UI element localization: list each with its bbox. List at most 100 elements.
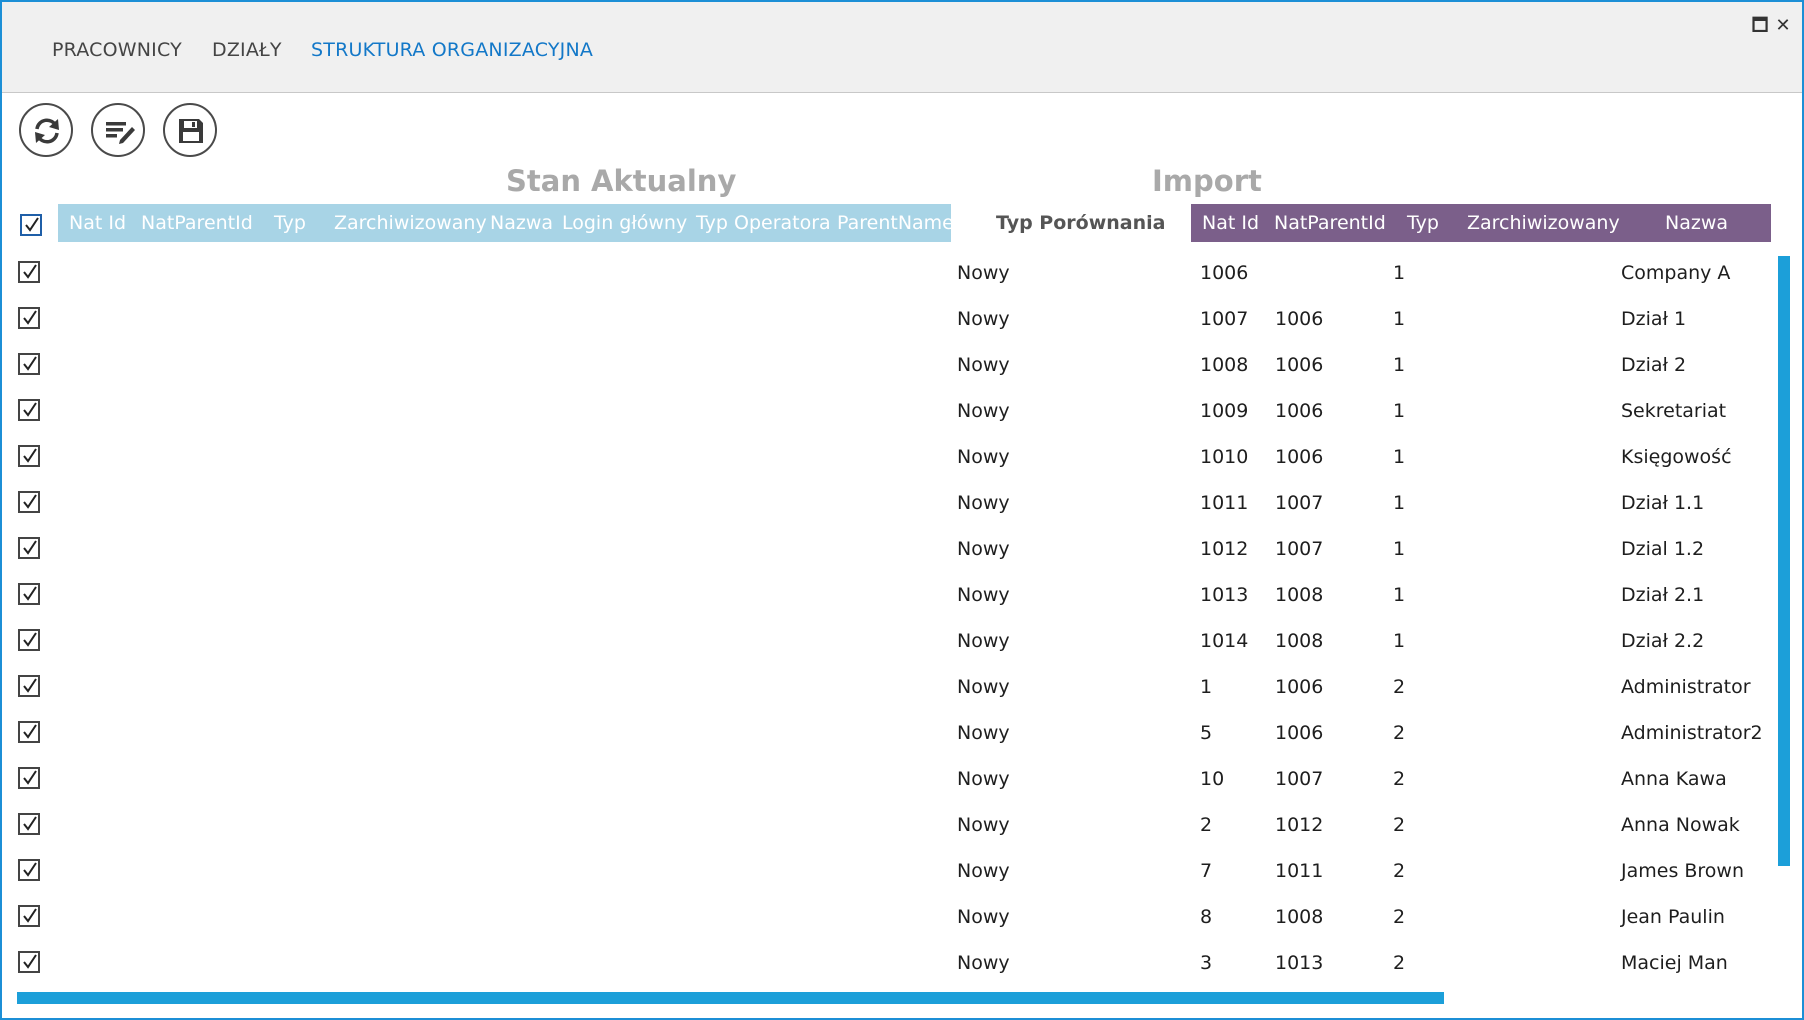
horizontal-scrollbar[interactable] [17,992,1444,1004]
compare-type-cell: Nowy [957,446,1010,468]
row-checkbox[interactable] [18,307,40,329]
import-nat-id-cell: 1013 [1200,584,1249,606]
import-nat-id-cell: 8 [1200,906,1213,928]
refresh-button[interactable] [19,103,73,157]
import-parent-id-cell: 1006 [1275,722,1324,744]
edit-list-button[interactable] [91,103,145,157]
import-nat-id-cell: 1 [1200,676,1213,698]
column-header[interactable]: ParentName [837,212,954,234]
row-checkbox[interactable] [18,675,40,697]
row-checkbox[interactable] [18,353,40,375]
import-parent-id-cell: 1008 [1275,584,1324,606]
row-checkbox[interactable] [18,813,40,835]
import-typ-cell: 2 [1393,722,1406,744]
compare-type-header[interactable]: Typ Porównania [996,212,1165,234]
row-checkbox[interactable] [18,859,40,881]
check-icon [23,586,37,601]
check-icon [23,356,37,371]
row-checkbox[interactable] [18,399,40,421]
column-header[interactable]: Typ [274,212,306,234]
import-nazwa-cell: Dział 1.1 [1621,492,1705,514]
row-checkbox[interactable] [18,583,40,605]
column-header[interactable]: Nat Id [69,212,126,234]
column-header[interactable]: Nazwa [490,212,553,234]
import-typ-cell: 1 [1393,630,1406,652]
compare-type-cell: Nowy [957,492,1010,514]
compare-type-cell: Nowy [957,630,1010,652]
compare-type-cell: Nowy [957,814,1010,836]
check-icon [23,540,37,555]
compare-type-cell: Nowy [957,722,1010,744]
row-checkbox[interactable] [18,491,40,513]
import-nat-id-cell: 3 [1200,952,1213,974]
tab-struktura-organizacyjna[interactable]: STRUKTURA ORGANIZACYJNA [311,39,593,61]
import-nat-id-cell: 1009 [1200,400,1249,422]
import-nazwa-cell: James Brown [1621,860,1745,882]
row-checkbox[interactable] [18,629,40,651]
row-checkbox[interactable] [18,721,40,743]
check-icon [25,217,39,232]
import-typ-cell: 1 [1393,400,1406,422]
import-nat-id-cell: 5 [1200,722,1213,744]
import-nazwa-cell: Dzial 1.2 [1621,538,1705,560]
import-parent-id-cell: 1007 [1275,768,1324,790]
check-icon [23,632,37,647]
check-icon [23,402,37,417]
import-nat-id-cell: 1008 [1200,354,1249,376]
import-parent-id-cell: 1008 [1275,630,1324,652]
import-nazwa-cell: Anna Nowak [1621,814,1740,836]
column-header[interactable]: Login główny [562,212,687,234]
import-typ-cell: 1 [1393,446,1406,468]
import-nazwa-cell: Anna Kawa [1621,768,1727,790]
import-parent-id-cell: 1006 [1275,446,1324,468]
compare-type-cell: Nowy [957,952,1010,974]
import-nat-id-cell: 7 [1200,860,1213,882]
import-nazwa-cell: Dział 2.1 [1621,584,1705,606]
import-nazwa-cell: Sekretariat [1621,400,1727,422]
import-typ-cell: 2 [1393,676,1406,698]
check-icon [23,448,37,463]
column-header[interactable]: NatParentId [1274,212,1386,234]
row-checkbox[interactable] [18,951,40,973]
import-typ-cell: 2 [1393,952,1406,974]
row-checkbox[interactable] [18,537,40,559]
import-parent-id-cell: 1007 [1275,538,1324,560]
current-state-title: Stan Aktualny [506,164,737,198]
import-nat-id-cell: 1014 [1200,630,1249,652]
column-header[interactable]: Zarchiwizowany [1467,212,1620,234]
import-typ-cell: 1 [1393,308,1406,330]
check-icon [23,494,37,509]
tab-dzialy[interactable]: DZIAŁY [212,39,282,61]
import-nazwa-cell: Dział 1 [1621,308,1687,330]
column-header[interactable]: Typ [1407,212,1439,234]
import-typ-cell: 2 [1393,768,1406,790]
import-typ-cell: 2 [1393,860,1406,882]
column-header[interactable]: Nazwa [1665,212,1728,234]
column-header[interactable]: Zarchiwizowany [334,212,487,234]
import-title: Import [1152,164,1262,198]
import-typ-cell: 1 [1393,354,1406,376]
compare-type-cell: Nowy [957,768,1010,790]
check-icon [23,862,37,877]
close-icon[interactable]: ✕ [1773,16,1793,36]
row-checkbox[interactable] [18,767,40,789]
import-nat-id-cell: 10 [1200,768,1225,790]
check-icon [23,816,37,831]
select-all-checkbox[interactable] [20,214,42,236]
import-typ-cell: 1 [1393,538,1406,560]
row-checkbox[interactable] [18,445,40,467]
save-button[interactable] [163,103,217,157]
import-parent-id-cell: 1012 [1275,814,1324,836]
row-checkbox[interactable] [18,261,40,283]
tab-pracownicy[interactable]: PRACOWNICY [52,39,182,61]
import-header: Nat Id NatParentId Typ Zarchiwizowany Na… [1191,204,1771,242]
row-checkbox[interactable] [18,905,40,927]
check-icon [23,678,37,693]
column-header[interactable]: Nat Id [1202,212,1259,234]
column-header[interactable]: Typ Operatora [696,212,831,234]
maximize-icon[interactable]: 🗖 [1750,16,1770,36]
import-nazwa-cell: Company A [1621,262,1731,284]
compare-type-cell: Nowy [957,354,1010,376]
vertical-scrollbar[interactable] [1778,256,1790,866]
column-header[interactable]: NatParentId [141,212,253,234]
